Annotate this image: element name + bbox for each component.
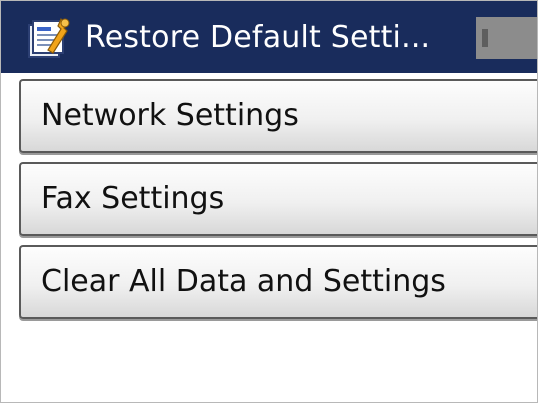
network-settings-button[interactable]: Network Settings [19, 79, 537, 153]
scroll-indicator [476, 17, 537, 59]
network-settings-label: Network Settings [41, 98, 299, 133]
clear-all-data-label: Clear All Data and Settings [41, 264, 446, 299]
scroll-indicator-thumb [482, 29, 488, 47]
title-bar: Restore Default Setti... [1, 1, 537, 73]
printer-lcd-screen: Restore Default Setti... Network Setting… [0, 0, 538, 403]
fax-settings-label: Fax Settings [41, 181, 225, 216]
settings-document-wrench-icon [23, 15, 75, 61]
page-title: Restore Default Setti... [85, 20, 431, 55]
clear-all-data-button[interactable]: Clear All Data and Settings [19, 245, 537, 319]
restore-options-menu: Network Settings Fax Settings Clear All … [19, 79, 537, 328]
fax-settings-button[interactable]: Fax Settings [19, 162, 537, 236]
